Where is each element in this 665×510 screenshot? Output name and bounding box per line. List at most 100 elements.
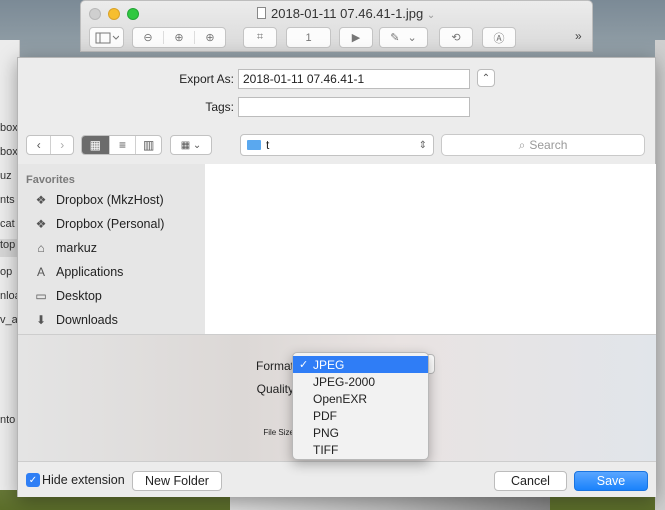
minimize-window-button[interactable] <box>108 8 120 20</box>
menu-item-label: JPEG <box>313 357 345 372</box>
page-number-field[interactable]: 1 <box>286 27 331 48</box>
menu-item-pdf[interactable]: PDF <box>293 407 428 424</box>
tags-label: Tags: <box>205 100 234 114</box>
checkmark-icon: ✓ <box>299 359 309 371</box>
desktop-icon: ▭ <box>35 289 47 303</box>
menu-item-label: PDF <box>313 408 337 423</box>
background-sidebar-item: box <box>0 146 18 158</box>
view-mode-control: ▦ ≡ ▥ <box>81 135 162 155</box>
favorites-sidebar: Favorites ❖ Dropbox (MkzHost) ❖ Dropbox (P… <box>18 164 205 334</box>
downloads-icon: ⬇ <box>35 313 47 327</box>
export-as-field[interactable]: 2018-01-11 07.46.41-1 <box>238 69 470 89</box>
pen-icon: ✎ <box>390 32 400 44</box>
toolbar-overflow-icon[interactable]: » <box>575 29 582 43</box>
zoom-window-button[interactable] <box>127 8 139 20</box>
sidebar-item-label: Applications <box>56 265 124 279</box>
collapse-toggle-button[interactable]: ⌃ <box>477 69 495 87</box>
window-title-text: 2018-01-11 07.46.41-1.jpg <box>271 6 424 21</box>
zoom-fit-button[interactable]: ⊕ <box>195 31 225 44</box>
file-size-label: File Size <box>263 428 294 437</box>
format-menu: ✓ JPEG JPEG-2000 OpenEXR PDF PNG TIFF <box>292 352 429 460</box>
chevron-down-icon: ⌄ <box>426 10 436 21</box>
icon-view-icon[interactable]: ▦ <box>82 136 109 154</box>
menu-item-label: PNG <box>313 425 340 440</box>
location-folder-name: t <box>266 138 270 152</box>
location-popup[interactable]: t ⇕ <box>240 134 434 156</box>
save-button[interactable]: Save <box>574 471 648 491</box>
checkmark-icon: ✓ <box>28 474 38 486</box>
sidebar-toggle-button[interactable] <box>89 27 124 48</box>
list-view-icon[interactable]: ≡ <box>108 136 136 154</box>
menu-item-label: OpenEXR <box>313 391 368 406</box>
rotate-button[interactable]: ⟲ <box>439 27 473 48</box>
menu-item-png[interactable]: PNG <box>293 424 428 441</box>
markup-button[interactable]: ✎ ⌄ <box>379 27 428 48</box>
search-icon: ⌕ <box>518 137 526 152</box>
sidebar-icon <box>95 32 119 43</box>
folder-icon <box>247 140 261 150</box>
annotate-icon: Ⓐ <box>493 32 505 45</box>
zoom-controls: ⊖ ⊕ ⊕ <box>132 27 226 48</box>
cancel-button[interactable]: Cancel <box>494 471 567 491</box>
menu-item-label: TIFF <box>313 442 339 457</box>
sidebar-item-dropbox-personal[interactable]: ❖ Dropbox (Personal) <box>32 214 165 234</box>
crop-icon: ⌗ <box>256 31 264 43</box>
arrange-menu-button[interactable]: ▦ ⌄ <box>170 135 212 155</box>
chevron-up-icon: ⌃ <box>481 72 491 84</box>
export-as-label: Export As: <box>179 72 234 86</box>
dropbox-icon: ❖ <box>35 217 47 231</box>
new-folder-button[interactable]: New Folder <box>132 471 222 491</box>
sidebar-item-label: Dropbox (Personal) <box>56 217 165 231</box>
menu-item-jpeg-2000[interactable]: JPEG-2000 <box>293 373 428 390</box>
document-icon <box>257 7 266 19</box>
background-sidebar-item: cat <box>0 218 15 230</box>
background-sidebar-item: nloa <box>0 290 18 302</box>
sidebar-item-label: Desktop <box>56 289 102 303</box>
background-sidebar-item: box <box>0 122 18 134</box>
column-view-icon[interactable]: ▥ <box>135 136 161 154</box>
rotate-icon: ⟲ <box>451 32 461 44</box>
zoom-in-button[interactable]: ⊕ <box>164 31 195 44</box>
search-field[interactable]: ⌕ Search <box>441 134 645 156</box>
hide-extension-checkbox[interactable]: ✓ <box>26 473 40 487</box>
zoom-out-button[interactable]: ⊖ <box>133 31 164 44</box>
file-browser-area[interactable] <box>205 164 656 334</box>
background-sidebar-item: nts <box>0 194 15 206</box>
applications-icon: A <box>36 265 45 279</box>
preview-titlebar: 2018-01-11 07.46.41-1.jpg ⌄ ⊖ ⊕ ⊕ ⌗ 1 ▶ … <box>80 0 593 52</box>
sidebar-item-dropbox-mkzhost[interactable]: ❖ Dropbox (MkzHost) <box>32 190 164 210</box>
sidebar-item-label: Downloads <box>56 313 118 327</box>
sidebar-item-applications[interactable]: A Applications <box>32 262 123 282</box>
updown-chevron-icon: ⇕ <box>418 139 427 151</box>
background-window-edge <box>655 40 665 510</box>
menu-item-tiff[interactable]: TIFF <box>293 441 428 458</box>
annotate-button[interactable]: Ⓐ <box>482 27 516 48</box>
background-sidebar-item: nto <box>0 414 16 426</box>
sidebar-item-downloads[interactable]: ⬇ Downloads <box>32 310 118 330</box>
home-icon: ⌂ <box>37 241 45 255</box>
menu-item-openexr[interactable]: OpenEXR <box>293 390 428 407</box>
hide-extension-label: Hide extension <box>42 473 125 487</box>
tags-field[interactable] <box>238 97 470 117</box>
format-label: Format <box>255 359 294 373</box>
back-forward-control: ‹ › <box>26 135 74 155</box>
arrange-icon: ▦ ⌄ <box>180 139 202 151</box>
background-sidebar-item: uz <box>0 170 12 182</box>
background-sidebar-item: v_ar <box>0 314 18 326</box>
page-number: 1 <box>305 31 312 44</box>
slideshow-button[interactable]: ▶ <box>339 27 373 48</box>
back-icon[interactable]: ‹ <box>27 136 50 154</box>
sidebar-item-desktop[interactable]: ▭ Desktop <box>32 286 102 306</box>
forward-icon[interactable]: › <box>50 136 73 154</box>
chevron-down-icon: ⌄ <box>407 32 417 44</box>
crop-button[interactable]: ⌗ <box>243 27 277 48</box>
window-title[interactable]: 2018-01-11 07.46.41-1.jpg ⌄ <box>257 6 435 21</box>
close-window-button[interactable] <box>89 8 101 20</box>
dropbox-icon: ❖ <box>35 193 47 207</box>
play-icon: ▶ <box>351 32 361 44</box>
menu-item-jpeg[interactable]: ✓ JPEG <box>293 356 428 373</box>
sidebar-item-markuz[interactable]: ⌂ markuz <box>32 238 97 258</box>
sidebar-item-label: Dropbox (MkzHost) <box>56 193 164 207</box>
favorites-heading: Favorites <box>26 174 75 186</box>
sheet-footer: ✓ Hide extension New Folder Cancel Save <box>18 461 656 497</box>
